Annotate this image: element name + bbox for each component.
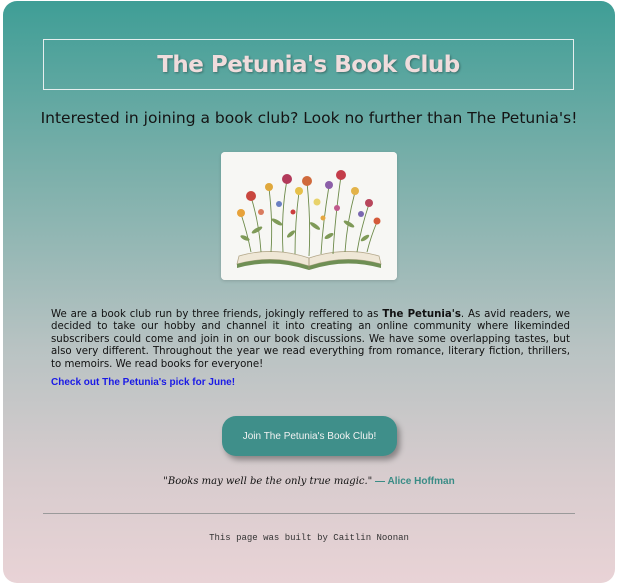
footer-divider [43,513,575,514]
june-pick-link[interactable]: Check out The Petunia's pick for June! [51,377,235,388]
title-box: The Petunia's Book Club [43,39,574,90]
tagline: Interested in joining a book club? Look … [40,109,578,127]
book-flowers-image [221,152,397,280]
join-club-button[interactable]: Join The Petunia's Book Club! [222,416,397,456]
footer-credit: This page was built by Caitlin Noonan [209,533,409,543]
page-title: The Petunia's Book Club [157,51,460,78]
quote-text: "Books may well be the only true magic." [163,476,373,487]
about-paragraph: We are a book club run by three friends,… [51,309,570,371]
about-club-name: The Petunia's [382,309,461,320]
page-card: The Petunia's Book Club Interested in jo… [3,1,615,583]
quote-author: Alice Hoffman [387,476,455,487]
quote: "Books may well be the only true magic."… [3,476,615,487]
about-text-part1: We are a book club run by three friends,… [51,309,383,320]
quote-dash: — [372,476,388,487]
